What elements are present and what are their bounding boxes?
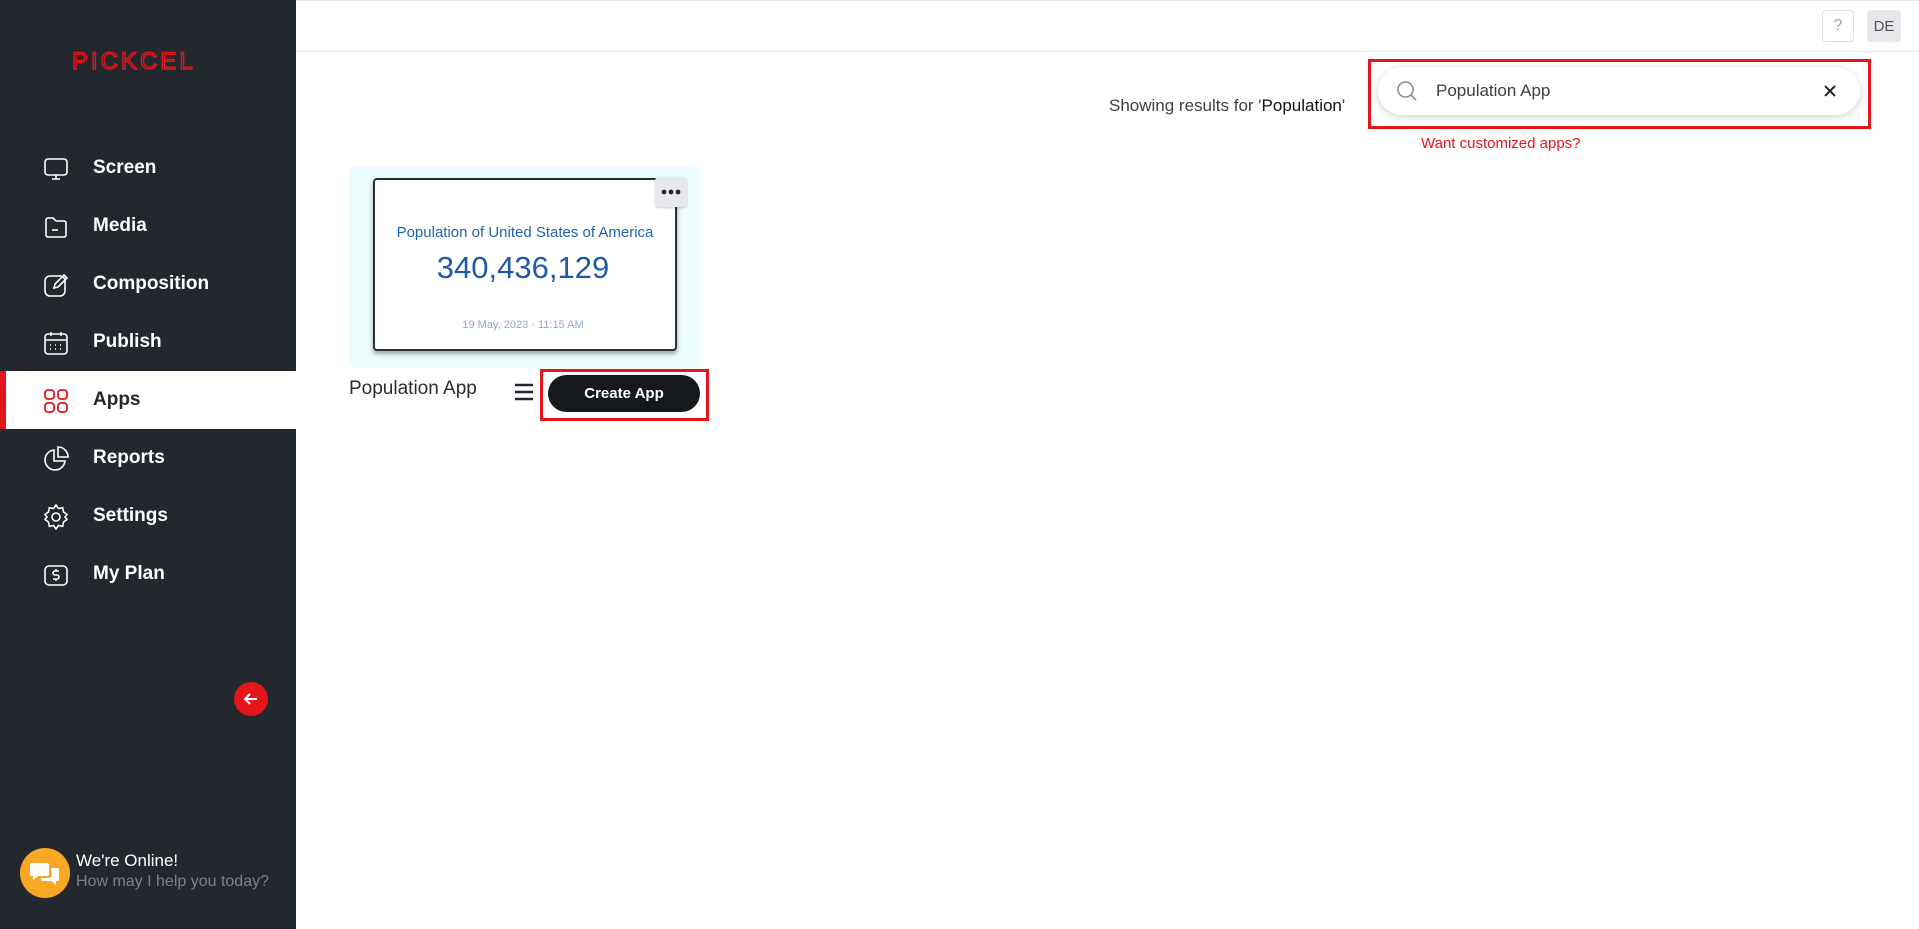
- apps-grid-icon: [44, 389, 68, 413]
- sidebar-item-reports[interactable]: Reports: [0, 429, 296, 487]
- arrow-left-icon: [243, 693, 257, 705]
- chat-widget[interactable]: We're Online! How may I help you today?: [20, 848, 290, 900]
- sidebar-item-label: Screen: [93, 157, 157, 178]
- gear-icon: [43, 503, 69, 531]
- sidebar-item-label: Publish: [93, 331, 162, 352]
- edit-icon: [44, 273, 69, 297]
- top-bar: [296, 0, 1919, 52]
- svg-text:PICKCEL: PICKCEL: [72, 48, 196, 74]
- more-options-button[interactable]: [655, 177, 687, 207]
- sidebar-item-settings[interactable]: Settings: [0, 487, 296, 545]
- sidebar-item-label: My Plan: [93, 563, 165, 584]
- search-bar[interactable]: [1378, 67, 1860, 115]
- pickcel-logo[interactable]: PICKCEL: [72, 48, 224, 74]
- hamburger-menu-icon[interactable]: [513, 382, 535, 402]
- sidebar-item-composition[interactable]: Composition: [0, 255, 296, 313]
- search-icon: [1397, 81, 1417, 101]
- sidebar-item-label: Composition: [93, 273, 210, 294]
- chat-title: We're Online!: [76, 851, 179, 870]
- sidebar-item-label: Settings: [93, 505, 168, 526]
- sidebar-item-screen[interactable]: Screen: [0, 139, 296, 197]
- chat-bubble-icon[interactable]: [20, 848, 70, 898]
- preview-date: 19 May, 2023 · 11:15 AM: [462, 319, 584, 331]
- close-icon[interactable]: [1820, 81, 1840, 101]
- collapse-sidebar-button[interactable]: [234, 682, 268, 716]
- results-suffix: ': [1341, 96, 1346, 115]
- search-input[interactable]: [1436, 76, 1796, 106]
- dollar-icon: [44, 565, 68, 586]
- user-avatar[interactable]: DE: [1867, 10, 1901, 42]
- sidebar: PICKCEL Screen Media Composition Publish…: [0, 0, 296, 929]
- sidebar-item-label: Media: [93, 215, 147, 236]
- sidebar-item-publish[interactable]: Publish: [0, 313, 296, 371]
- sidebar-item-media[interactable]: Media: [0, 197, 296, 255]
- search-results-text: Showing results for 'Population': [1109, 96, 1345, 116]
- app-preview[interactable]: Population of United States of America 3…: [373, 178, 677, 351]
- folder-icon: [45, 217, 67, 238]
- results-prefix: Showing results for ': [1109, 96, 1262, 115]
- help-button[interactable]: ?: [1822, 10, 1854, 42]
- app-name: Population App: [349, 378, 477, 399]
- pie-chart-icon: [44, 446, 69, 471]
- create-app-button[interactable]: Create App: [548, 375, 700, 412]
- more-dots-icon: [661, 189, 681, 195]
- monitor-icon: [44, 158, 68, 180]
- sidebar-item-label: Reports: [93, 447, 165, 468]
- customized-apps-link[interactable]: Want customized apps?: [1421, 135, 1581, 152]
- preview-title: Population of United States of America: [396, 224, 654, 241]
- calendar-icon: [44, 332, 68, 355]
- chat-subtitle: How may I help you today?: [76, 873, 269, 890]
- results-term: Population: [1261, 96, 1342, 115]
- sidebar-item-label: Apps: [93, 389, 141, 410]
- sidebar-item-my-plan[interactable]: My Plan: [0, 545, 296, 603]
- sidebar-nav: Screen Media Composition Publish Apps Re…: [0, 139, 296, 603]
- sidebar-item-apps[interactable]: Apps: [0, 371, 296, 429]
- preview-value: 340,436,129: [436, 250, 610, 285]
